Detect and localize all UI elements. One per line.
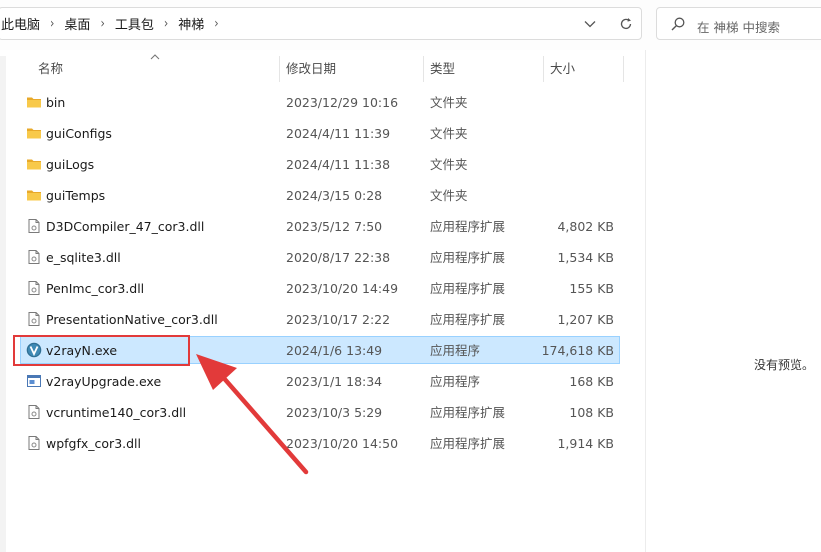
file-size: 4,802 KB <box>557 219 614 234</box>
file-name[interactable]: vcruntime140_cor3.dll <box>46 399 186 427</box>
file-row[interactable]: guiLogs 2024/4/11 11:38 文件夹 <box>20 150 620 178</box>
file-modified: 2023/5/12 7:50 <box>286 219 383 234</box>
file-size: 1,534 KB <box>557 250 614 265</box>
file-type: 文件夹 <box>430 157 468 172</box>
history-dropdown-icon[interactable] <box>581 15 599 33</box>
preview-pane-divider[interactable] <box>645 50 646 552</box>
file-name[interactable]: D3DCompiler_47_cor3.dll <box>46 213 204 241</box>
breadcrumb-chevron-icon[interactable]: › <box>42 16 62 32</box>
file-name[interactable]: e_sqlite3.dll <box>46 244 121 272</box>
file-type: 应用程序扩展 <box>430 250 506 265</box>
column-name[interactable]: 名称 <box>32 56 278 82</box>
breadcrumb-chevron-icon[interactable]: › <box>156 16 176 32</box>
search-icon <box>671 17 685 31</box>
file-modified: 2024/3/15 0:28 <box>286 188 383 203</box>
file-size: 108 KB <box>569 405 614 420</box>
address-bar[interactable]: 此电脑 › 桌面 › 工具包 › 神梯 › <box>0 7 642 40</box>
file-modified: 2024/4/11 11:38 <box>286 157 391 172</box>
file-type: 应用程序扩展 <box>430 281 506 296</box>
breadcrumb-chevron-icon[interactable]: › <box>92 16 112 32</box>
file-modified: 2023/10/20 14:50 <box>286 436 399 451</box>
file-name[interactable]: guiLogs <box>46 151 94 179</box>
file-row[interactable]: vcruntime140_cor3.dll 2023/10/3 5:29 应用程序扩… <box>20 398 620 426</box>
file-type: 应用程序扩展 <box>430 219 506 234</box>
breadcrumb-chevron-icon[interactable]: › <box>206 16 226 32</box>
search-box[interactable]: 在 神梯 中搜索 <box>656 7 821 40</box>
breadcrumb-item[interactable]: 神梯 <box>176 14 206 33</box>
file-row[interactable]: v2rayUpgrade.exe 2023/1/1 18:34 应用程序 168 KB <box>20 367 620 395</box>
file-type: 应用程序扩展 <box>430 405 506 420</box>
refresh-icon[interactable] <box>617 15 635 33</box>
column-header: 名称 修改日期 类型 大小 <box>0 54 645 82</box>
file-row[interactable]: guiConfigs 2024/4/11 11:39 文件夹 <box>20 119 620 147</box>
breadcrumb-item[interactable]: 工具包 <box>113 14 156 33</box>
file-type: 应用程序 <box>430 374 481 389</box>
file-modified: 2020/8/17 22:38 <box>286 250 391 265</box>
column-modified[interactable]: 修改日期 <box>280 56 422 82</box>
file-modified: 2023/10/17 2:22 <box>286 312 391 327</box>
file-type: 文件夹 <box>430 95 468 110</box>
file-row[interactable]: wpfgfx_cor3.dll 2023/10/20 14:50 应用程序扩展 1,9… <box>20 429 620 457</box>
file-name[interactable]: guiConfigs <box>46 120 112 148</box>
file-modified: 2024/1/6 13:49 <box>286 343 383 358</box>
file-row[interactable]: bin 2023/12/29 10:16 文件夹 <box>20 88 620 116</box>
column-size[interactable]: 大小 <box>544 56 622 82</box>
file-row[interactable]: PresentationNative_cor3.dll 2023/10/17 2:… <box>20 305 620 333</box>
breadcrumb-item[interactable]: 此电脑 <box>0 14 42 33</box>
file-name[interactable]: PenImc_cor3.dll <box>46 275 144 303</box>
preview-message: 没有预览。 <box>754 358 815 372</box>
file-row[interactable]: guiTemps 2024/3/15 0:28 文件夹 <box>20 181 620 209</box>
address-toolbar: 此电脑 › 桌面 › 工具包 › 神梯 › 在 神梯 中搜索 <box>0 0 821 50</box>
file-type: 文件夹 <box>430 126 468 141</box>
file-modified: 2024/4/11 11:39 <box>286 126 391 141</box>
file-name[interactable]: bin <box>46 89 65 117</box>
navigation-pane-edge <box>0 56 6 552</box>
file-row[interactable]: e_sqlite3.dll 2020/8/17 22:38 应用程序扩展 1,534 … <box>20 243 620 271</box>
breadcrumb-item[interactable]: 桌面 <box>62 14 92 33</box>
file-modified: 2023/12/29 10:16 <box>286 95 399 110</box>
file-modified: 2023/10/3 5:29 <box>286 405 383 420</box>
file-type: 应用程序 <box>430 343 481 358</box>
file-type: 文件夹 <box>430 188 468 203</box>
breadcrumb: 此电脑 › 桌面 › 工具包 › 神梯 › <box>0 8 227 39</box>
file-name[interactable]: wpfgfx_cor3.dll <box>46 430 141 458</box>
file-name[interactable]: v2rayUpgrade.exe <box>46 368 161 396</box>
file-name[interactable]: guiTemps <box>46 182 105 210</box>
file-name[interactable]: PresentationNative_cor3.dll <box>46 306 218 334</box>
file-row[interactable]: PenImc_cor3.dll 2023/10/20 14:49 应用程序扩展 155… <box>20 274 620 302</box>
search-placeholder: 在 神梯 中搜索 <box>697 20 780 35</box>
file-type: 应用程序扩展 <box>430 436 506 451</box>
file-modified: 2023/10/20 14:49 <box>286 281 399 296</box>
file-size: 155 KB <box>569 281 614 296</box>
file-size: 174,618 KB <box>541 343 614 358</box>
file-size: 1,914 KB <box>557 436 614 451</box>
column-type[interactable]: 类型 <box>424 56 542 82</box>
file-modified: 2023/1/1 18:34 <box>286 374 383 389</box>
file-size: 1,207 KB <box>557 312 614 327</box>
file-type: 应用程序扩展 <box>430 312 506 327</box>
annotation-highlight-box <box>13 335 190 366</box>
file-size: 168 KB <box>569 374 614 389</box>
file-row[interactable]: D3DCompiler_47_cor3.dll 2023/5/12 7:50 应用程… <box>20 212 620 240</box>
column-divider[interactable] <box>623 56 624 82</box>
